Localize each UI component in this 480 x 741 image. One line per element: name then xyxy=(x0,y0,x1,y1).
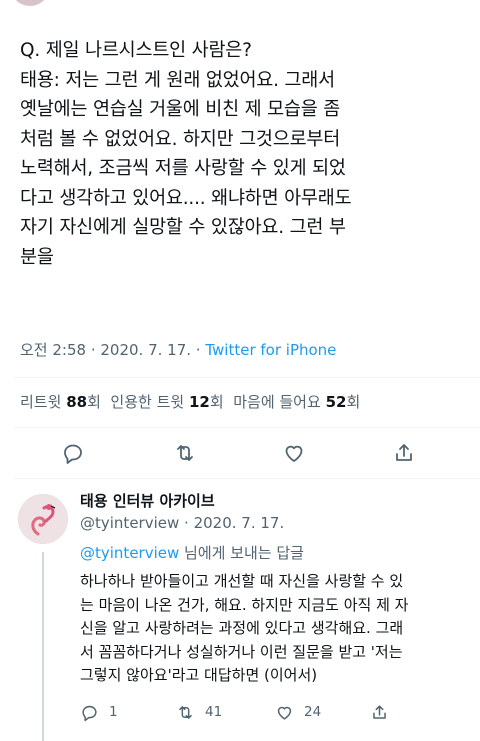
tweet-text: Q. 제일 나르시스트인 사람은? 태용: 저는 그런 게 원래 없었어요. 그… xyxy=(20,36,470,272)
tweet-time[interactable]: 오전 2:58 xyxy=(20,341,86,359)
reply-line: 신을 알고 사랑하려는 과정에 있다고 생각해요. 그래 xyxy=(80,619,404,637)
reply-retweet-button[interactable]: 41 xyxy=(176,701,222,723)
replying-to: @tyinterview 님에게 보내는 답글 xyxy=(80,542,304,563)
quotes-stat[interactable]: 인용한 트윗 12회 xyxy=(110,393,223,411)
tweet-metadata: 오전 2:58 · 2020. 7. 17. · Twitter for iPh… xyxy=(20,339,336,360)
tweet-line: 태용: 저는 그런 게 원래 없었어요. 그래서 xyxy=(20,69,335,91)
reply-button[interactable] xyxy=(60,440,86,466)
meta-separator: · xyxy=(191,341,206,359)
reply-count: 1 xyxy=(109,704,118,720)
tweet-line: 분을 xyxy=(20,246,54,268)
tweet-line: 노력해서, 조금씩 저를 사랑할 수 있게 되었 xyxy=(20,158,346,179)
like-count: 24 xyxy=(304,704,322,720)
divider xyxy=(14,377,480,378)
meta-separator: · xyxy=(86,341,101,359)
reply-like-button[interactable]: 24 xyxy=(275,701,321,723)
meta-separator: · xyxy=(179,514,194,532)
previous-tweet-avatar[interactable] xyxy=(10,0,50,6)
tweet-line: 다고 생각하고 있어요.... 왜냐하면 아무래도 xyxy=(20,187,352,209)
replying-to-suffix: 님에게 보내는 답글 xyxy=(179,544,304,562)
retweet-icon xyxy=(179,705,192,719)
flamingo-avatar-image xyxy=(18,494,68,544)
reply-author-meta: @tyinterview · 2020. 7. 17. xyxy=(80,514,284,532)
tweet-actions xyxy=(0,440,480,466)
retweet-button[interactable] xyxy=(172,440,198,466)
reply-actions: 1 41 24 xyxy=(80,701,460,723)
likes-stat[interactable]: 마음에 들어요 52회 xyxy=(233,393,360,411)
divider xyxy=(14,478,480,479)
share-icon xyxy=(373,704,386,719)
retweet-count: 41 xyxy=(205,704,223,720)
reply-share-button[interactable] xyxy=(370,701,399,723)
tweet-line: Q. 제일 나르시스트인 사람은? xyxy=(20,40,252,61)
tweet-date[interactable]: 2020. 7. 17. xyxy=(100,341,191,359)
reply-author-name[interactable]: 태용 인터뷰 아카이브 xyxy=(80,490,215,511)
reply-text: 하나하나 받아들이고 개선할 때 자신을 사랑할 수 있 는 마음이 나온 건가… xyxy=(80,570,476,688)
tweet-source-link[interactable]: Twitter for iPhone xyxy=(205,341,336,359)
reply-icon xyxy=(64,444,82,464)
reply-date[interactable]: 2020. 7. 17. xyxy=(194,514,285,532)
reply-line: 는 마음이 나온 건가, 해요. 하지만 지금도 아직 제 자 xyxy=(80,595,409,614)
reply-icon xyxy=(82,705,97,721)
thread-line xyxy=(42,552,44,741)
retweets-stat[interactable]: 리트윗 88회 xyxy=(20,393,101,411)
reply-line: 그렇지 않아요'라고 대답하면 (이어서) xyxy=(80,666,318,684)
reply-tweet[interactable]: 태용 인터뷰 아카이브 @tyinterview · 2020. 7. 17. … xyxy=(0,480,480,741)
like-button[interactable] xyxy=(281,440,307,466)
divider xyxy=(14,427,480,428)
reply-line: 서 꼼꼼하다거나 성실하거나 이런 질문을 받고 '저는 xyxy=(80,642,403,661)
tweet-line: 처럼 볼 수 없었어요. 하지만 그것으로부터 xyxy=(20,128,341,150)
replying-to-handle[interactable]: @tyinterview xyxy=(80,544,179,562)
tweet-stats: 리트윗 88회 인용한 트윗 12회 마음에 들어요 52회 xyxy=(20,391,360,412)
share-icon xyxy=(396,444,412,461)
reply-line: 하나하나 받아들이고 개선할 때 자신을 사랑할 수 있 xyxy=(80,572,404,590)
like-icon xyxy=(277,706,292,720)
like-icon xyxy=(285,445,303,462)
retweet-icon xyxy=(177,445,193,461)
share-button[interactable] xyxy=(391,440,417,466)
reply-author-handle[interactable]: @tyinterview xyxy=(80,514,179,532)
tweet-line: 옛날에는 연습실 거울에 비친 제 모습을 좀 xyxy=(20,99,341,120)
tweet-line: 자기 자신에게 실망할 수 있잖아요. 그런 부 xyxy=(20,217,346,238)
avatar[interactable] xyxy=(18,494,68,544)
reply-reply-button[interactable]: 1 xyxy=(80,701,118,723)
